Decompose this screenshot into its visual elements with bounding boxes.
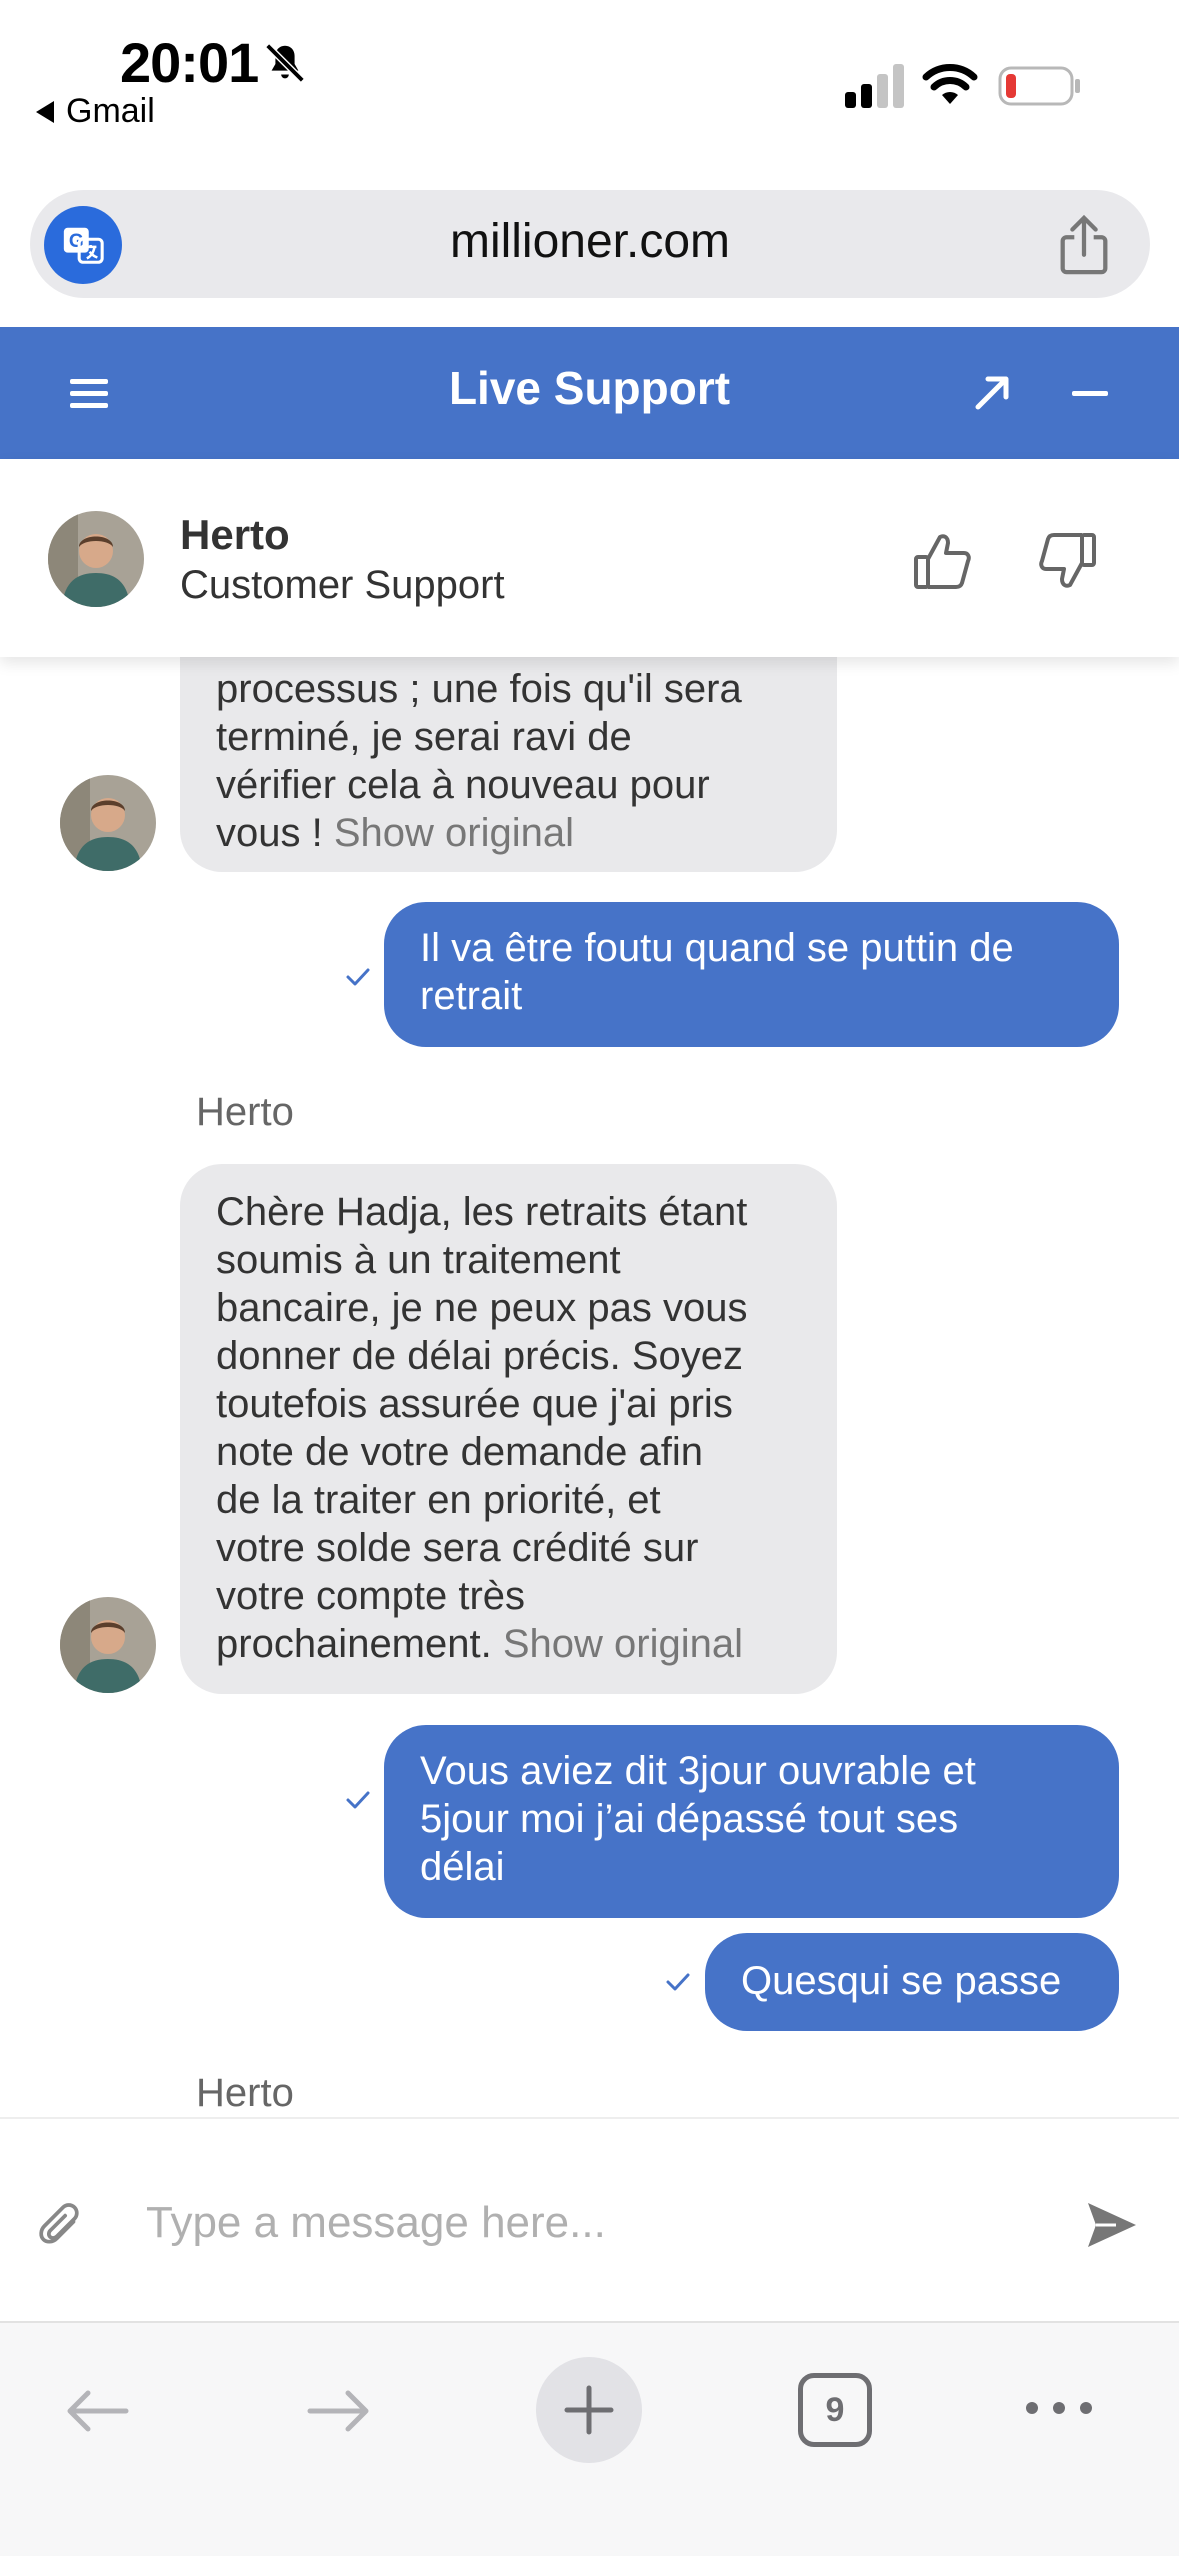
live-support-header: Live Support	[0, 327, 1179, 459]
expand-icon[interactable]	[964, 363, 1020, 423]
share-icon[interactable]	[1054, 214, 1114, 276]
message-line: délai	[420, 1845, 505, 1889]
check-icon	[346, 1791, 370, 1809]
signal-icon	[845, 64, 904, 108]
back-arrow-icon[interactable]	[60, 2383, 132, 2439]
agent-info-bar: Herto Customer Support	[0, 459, 1179, 657]
message-line: Chère Hadja, les retraits étant	[216, 1190, 748, 1234]
chat-messages[interactable]: processus ; une fois qu'il sera terminé,…	[0, 657, 1179, 2117]
message-line: Vous aviez dit 3jour ouvrable et	[420, 1749, 976, 1793]
message-line: de la traiter en priorité, et	[216, 1478, 661, 1522]
check-icon	[666, 1973, 690, 1991]
message-line: Quesqui se passe	[741, 1959, 1062, 2003]
message-line: note de votre demande afin	[216, 1430, 704, 1474]
message-line: vous !	[216, 811, 323, 855]
agent-avatar	[48, 511, 144, 607]
message-line: processus ; une fois qu'il sera	[216, 667, 742, 711]
send-icon[interactable]	[1084, 2197, 1140, 2253]
forward-arrow-icon[interactable]	[304, 2383, 376, 2439]
message-line: terminé, je serai ravi de	[216, 715, 632, 759]
new-tab-button[interactable]	[536, 2357, 642, 2463]
user-message-bubble: Quesqui se passe	[705, 1933, 1119, 2031]
back-app-label: Gmail	[66, 92, 155, 130]
message-line: bancaire, je ne peux pas vous	[216, 1286, 748, 1330]
status-bar: 20:01 Gmail	[0, 0, 1179, 175]
tabs-icon[interactable]: 9	[798, 2373, 872, 2447]
plus-icon	[564, 2385, 614, 2435]
address-bar[interactable]: G millioner.com	[30, 190, 1150, 298]
agent-avatar	[60, 775, 156, 871]
message-line: votre solde sera crédité sur	[216, 1526, 699, 1570]
user-message-bubble: Vous aviez dit 3jour ouvrable et 5jour m…	[384, 1725, 1119, 1918]
message-line: 5jour moi j’ai dépassé tout ses	[420, 1797, 959, 1841]
battery-icon	[998, 66, 1080, 106]
status-time: 20:01	[120, 31, 259, 94]
minimize-icon[interactable]	[1064, 363, 1116, 423]
url-text[interactable]: millioner.com	[30, 214, 1150, 269]
check-icon	[346, 968, 370, 986]
user-message-bubble: Il va être foutu quand se puttin de retr…	[384, 902, 1119, 1047]
message-input[interactable]	[146, 2181, 1026, 2265]
agent-message-bubble: processus ; une fois qu'il sera terminé,…	[180, 657, 837, 872]
message-line: toutefois assurée que j'ai pris	[216, 1382, 733, 1426]
agent-name: Herto	[180, 511, 290, 558]
back-triangle-icon	[36, 100, 54, 123]
back-to-app-link[interactable]: Gmail	[36, 92, 155, 131]
message-line: Il va être foutu quand se puttin de	[420, 926, 1014, 970]
more-icon[interactable]	[1022, 2393, 1096, 2423]
thumbs-down-icon[interactable]	[1036, 529, 1100, 593]
agent-message-bubble: Chère Hadja, les retraits étant soumis à…	[180, 1164, 837, 1694]
wifi-icon	[922, 64, 978, 104]
browser-toolbar: 9	[0, 2323, 1179, 2556]
message-line: vérifier cela à nouveau pour	[216, 763, 710, 807]
message-line: soumis à un traitement	[216, 1238, 621, 1282]
sender-name: Herto	[196, 2071, 294, 2115]
agent-role: Customer Support	[180, 563, 505, 607]
show-original-link[interactable]: Show original	[334, 811, 574, 855]
thumbs-up-icon[interactable]	[910, 529, 974, 593]
agent-avatar	[60, 1597, 156, 1693]
paperclip-icon[interactable]	[36, 2197, 86, 2255]
message-line: prochainement.	[216, 1622, 492, 1666]
message-line: votre compte très	[216, 1574, 526, 1618]
message-composer	[0, 2117, 1179, 2323]
sender-name: Herto	[196, 1090, 294, 1134]
bell-slash-icon	[265, 43, 305, 83]
message-line: retrait	[420, 974, 523, 1018]
show-original-link[interactable]: Show original	[503, 1622, 743, 1666]
message-line: donner de délai précis. Soyez	[216, 1334, 743, 1378]
